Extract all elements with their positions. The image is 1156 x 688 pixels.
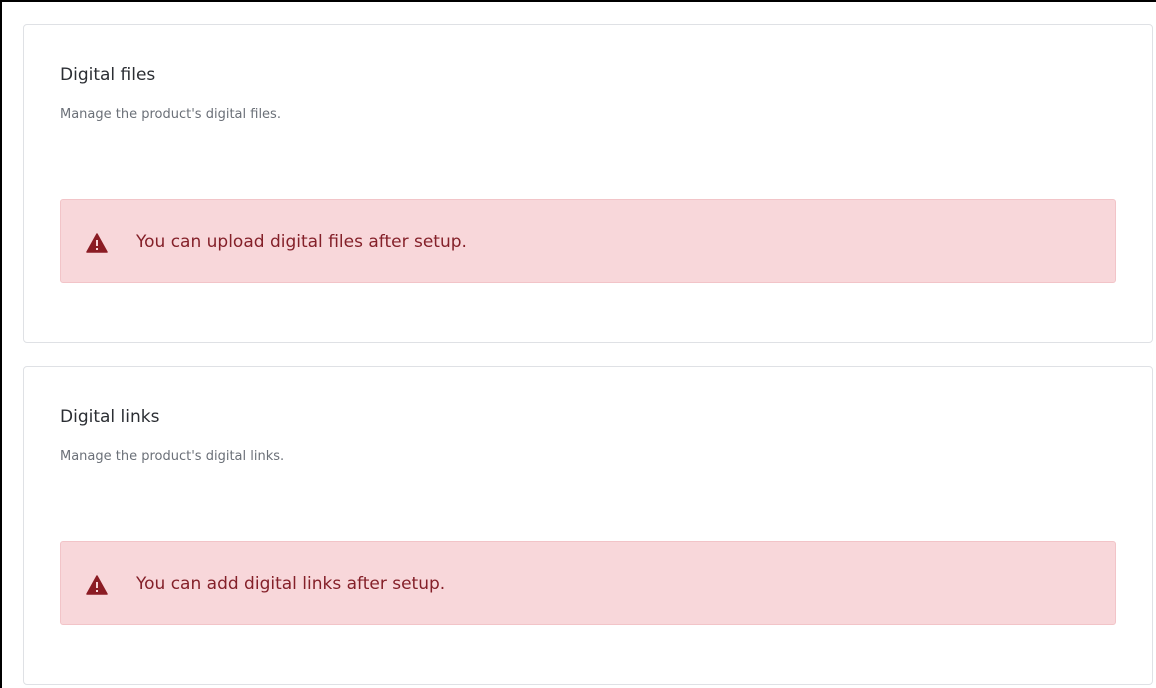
digital-files-subtitle: Manage the product's digital files. <box>60 107 281 122</box>
digital-files-alert-message: You can upload digital files after setup… <box>136 232 467 252</box>
warning-triangle-icon <box>86 575 108 595</box>
digital-files-title: Digital files <box>60 65 156 85</box>
warning-triangle-icon <box>86 233 108 253</box>
digital-links-subtitle: Manage the product's digital links. <box>60 449 285 464</box>
page-frame: Digital files Manage the product's digit… <box>0 0 1156 688</box>
digital-files-alert: You can upload digital files after setup… <box>60 199 1116 283</box>
digital-files-card: Digital files Manage the product's digit… <box>23 24 1153 343</box>
digital-links-title: Digital links <box>60 407 160 427</box>
digital-links-card: Digital links Manage the product's digit… <box>23 366 1153 685</box>
digital-links-alert: You can add digital links after setup. <box>60 541 1116 625</box>
digital-links-alert-message: You can add digital links after setup. <box>136 574 446 594</box>
